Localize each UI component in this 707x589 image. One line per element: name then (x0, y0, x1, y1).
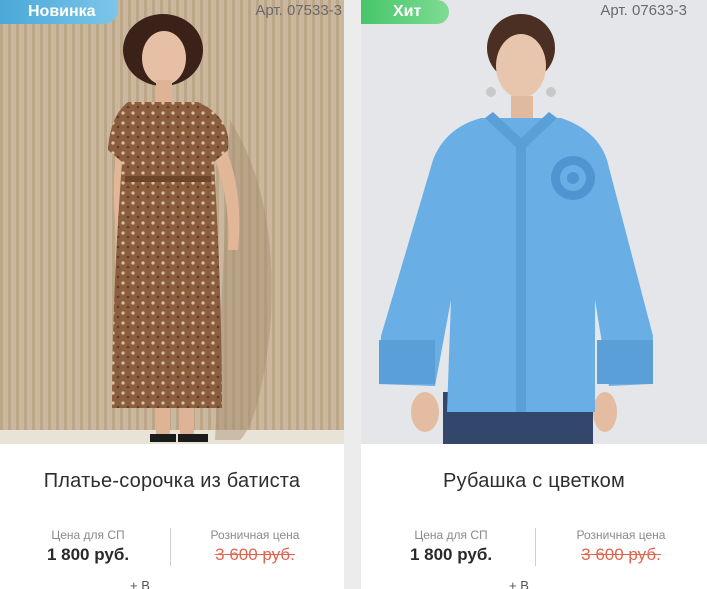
price-block: Цена для СП 1 800 руб. Розничная цена 3 … (0, 528, 344, 568)
retail-price-column: Розничная цена 3 600 руб. (190, 528, 320, 565)
article-number: Арт. 07633-3 (600, 2, 687, 19)
sp-price-value: 1 800 руб. (409, 545, 493, 564)
product-photo[interactable] (0, 0, 344, 444)
retail-price-value: 3 600 руб. (581, 545, 661, 564)
article-number: Арт. 07533-3 (255, 2, 342, 19)
price-divider (535, 528, 536, 566)
price-block: Цена для СП 1 800 руб. Розничная цена 3 … (361, 528, 707, 568)
retail-price-label: Розничная цена (210, 528, 300, 542)
dress-photo-illustration (0, 0, 344, 444)
more-link[interactable]: + В (130, 578, 150, 589)
retail-price-column: Розничная цена 3 600 руб. (556, 528, 686, 565)
sp-price-column: Цена для СП 1 800 руб. (391, 528, 511, 565)
product-card[interactable]: Хит Арт. 07633-3 Рубашка с цветком Цена … (361, 0, 707, 589)
sp-price-label: Цена для СП (51, 528, 125, 542)
retail-price-label: Розничная цена (576, 528, 666, 542)
product-title[interactable]: Рубашка с цветком (361, 470, 707, 493)
sp-price-label: Цена для СП (414, 528, 488, 542)
more-link[interactable]: + В (509, 578, 529, 589)
product-title[interactable]: Платье-сорочка из батиста (0, 470, 344, 493)
hit-badge: Хит (361, 0, 450, 24)
sp-price-column: Цена для СП 1 800 руб. (30, 528, 146, 565)
price-divider (170, 528, 171, 566)
retail-price-value: 3 600 руб. (215, 545, 295, 564)
sp-price-value: 1 800 руб. (46, 545, 130, 564)
product-card[interactable]: Новинка Арт. 07533-3 Платье-сорочка из б… (0, 0, 344, 589)
shirt-photo-illustration (361, 0, 707, 444)
product-photo[interactable] (361, 0, 707, 444)
new-badge: Новинка (0, 0, 118, 24)
